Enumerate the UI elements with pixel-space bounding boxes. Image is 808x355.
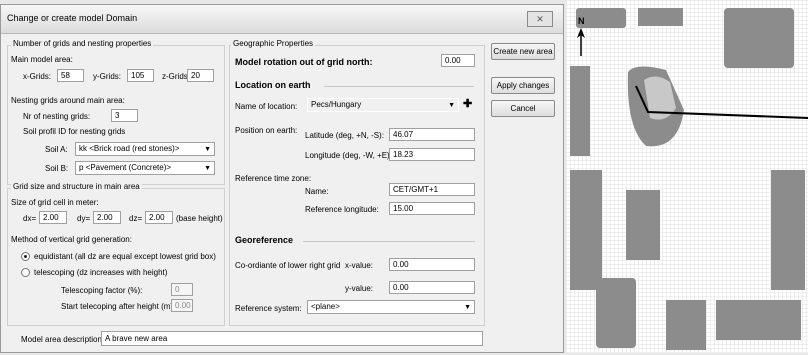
location-name-value: Pecs/Hungary bbox=[311, 100, 362, 109]
dx-label: dx= bbox=[23, 214, 37, 223]
chevron-down-icon: ▼ bbox=[204, 146, 211, 153]
building bbox=[771, 170, 805, 290]
equidistant-label: equidistant (all dz are equal except low… bbox=[34, 252, 216, 261]
building bbox=[638, 8, 683, 26]
nr-nesting-label: Nr of nesting grids: bbox=[23, 112, 91, 121]
apply-changes-button[interactable]: Apply changes bbox=[491, 77, 555, 94]
y-value-label: y-value: bbox=[345, 284, 374, 293]
timezone-label: Reference time zone: bbox=[235, 174, 312, 183]
soil-a-select[interactable]: kk <Brick road (red stones)> ▼ bbox=[75, 142, 215, 156]
dy-label: dy= bbox=[77, 214, 91, 223]
size-label: Size of grid cell in meter: bbox=[11, 198, 99, 207]
latitude-label: Latitude (deg, +N, -S): bbox=[305, 131, 384, 140]
base-height-label: (base height) bbox=[176, 214, 223, 223]
latitude-input[interactable]: 46.07 bbox=[389, 128, 475, 141]
building bbox=[570, 66, 590, 156]
location-divider bbox=[324, 86, 474, 87]
ref-system-select[interactable]: <plane> ▼ bbox=[307, 300, 475, 314]
nesting-label: Nesting grids around main area: bbox=[11, 96, 125, 105]
chevron-down-icon: ▼ bbox=[448, 102, 455, 109]
model-domain-dialog: Change or create model Domain ✕ Number o… bbox=[0, 4, 564, 353]
ref-longitude-input[interactable]: 15.00 bbox=[389, 202, 475, 215]
building bbox=[724, 8, 794, 68]
lower-right-label: Co-ordiante of lower right grid bbox=[235, 261, 341, 270]
start-telescoping-input[interactable]: 0.00 bbox=[171, 299, 193, 312]
tz-name-input[interactable]: CET/GMT+1 bbox=[389, 183, 475, 196]
location-heading: Location on earth bbox=[235, 80, 311, 90]
building bbox=[666, 300, 706, 350]
rotation-label: Model rotation out of grid north: bbox=[235, 57, 373, 67]
nr-nesting-input[interactable]: 3 bbox=[111, 109, 138, 122]
geo-group-title: Geographic Properties bbox=[231, 39, 316, 48]
telescoping-factor-label: Telescoping factor (%): bbox=[61, 286, 143, 295]
x-value-label: x-value: bbox=[345, 261, 374, 270]
dz-label: dz= bbox=[129, 214, 143, 223]
building bbox=[570, 170, 602, 290]
x-value-input[interactable]: 0.00 bbox=[389, 258, 475, 271]
equidistant-radio[interactable] bbox=[21, 252, 30, 261]
soil-b-select[interactable]: p <Pavement (Concrete)> ▼ bbox=[75, 161, 215, 175]
z-grids-label: z-Grids: bbox=[162, 72, 190, 81]
method-label: Method of vertical grid generation: bbox=[11, 235, 132, 244]
soil-profil-label: Soil profil ID for nesting grids bbox=[23, 127, 126, 136]
description-label: Model area description: bbox=[21, 335, 105, 344]
y-value-input[interactable]: 0.00 bbox=[389, 281, 475, 294]
chevron-down-icon: ▼ bbox=[204, 165, 211, 172]
add-location-icon[interactable]: ✚ bbox=[463, 97, 472, 110]
rotation-input[interactable]: 0.00 bbox=[441, 54, 475, 67]
georef-divider bbox=[303, 241, 475, 242]
soil-b-label: Soil B: bbox=[45, 164, 69, 173]
grids-group-title: Number of grids and nesting properties bbox=[11, 39, 154, 48]
dialog-title: Change or create model Domain bbox=[7, 13, 138, 23]
longitude-input[interactable]: 18.23 bbox=[389, 148, 475, 161]
location-select[interactable]: Pecs/Hungary ▼ bbox=[307, 98, 459, 112]
main-area-label: Main model area: bbox=[11, 55, 73, 64]
telescoping-radio[interactable] bbox=[21, 268, 30, 277]
ref-system-value: <plane> bbox=[311, 302, 340, 311]
building bbox=[626, 190, 660, 260]
telescoping-label: telescoping (dz increases with height) bbox=[34, 268, 168, 277]
chevron-down-icon: ▼ bbox=[464, 304, 471, 311]
north-label: N bbox=[578, 16, 585, 26]
position-label: Position on earth: bbox=[235, 126, 298, 135]
georef-heading: Georeference bbox=[235, 235, 294, 245]
cancel-button[interactable]: Cancel bbox=[491, 100, 555, 117]
soil-a-value: kk <Brick road (red stones)> bbox=[79, 144, 180, 153]
dy-input[interactable]: 2.00 bbox=[93, 211, 121, 224]
x-grids-input[interactable]: 58 bbox=[57, 69, 84, 82]
y-grids-label: y-Grids: bbox=[93, 72, 121, 81]
description-input[interactable]: A brave new area bbox=[101, 331, 483, 346]
soil-a-label: Soil A: bbox=[45, 145, 68, 154]
longitude-label: Longitude (deg, -W, +E): bbox=[305, 151, 392, 160]
soil-b-value: p <Pavement (Concrete)> bbox=[79, 163, 172, 172]
tz-name-label: Name: bbox=[305, 187, 329, 196]
x-grids-label: x-Grids: bbox=[23, 72, 51, 81]
ref-longitude-label: Reference longitude: bbox=[305, 205, 379, 214]
title-bar: Change or create model Domain ✕ bbox=[1, 5, 563, 34]
start-telescoping-label: Start telecoping after height (m): bbox=[61, 302, 176, 311]
map-preview[interactable]: N bbox=[566, 0, 808, 353]
building bbox=[716, 300, 801, 340]
z-grids-input[interactable]: 20 bbox=[187, 69, 214, 82]
telescoping-factor-input[interactable]: 0 bbox=[171, 283, 193, 296]
building bbox=[596, 278, 636, 348]
map-canvas: N bbox=[566, 0, 808, 353]
y-grids-input[interactable]: 105 bbox=[127, 69, 154, 82]
ref-system-label: Reference system: bbox=[235, 304, 302, 313]
create-new-area-button[interactable]: Create new area bbox=[491, 43, 555, 60]
gridsize-group-title: Grid size and structure in main area bbox=[11, 182, 142, 191]
location-name-label: Name of location: bbox=[235, 102, 298, 111]
close-button[interactable]: ✕ bbox=[527, 11, 553, 27]
dx-input[interactable]: 2.00 bbox=[39, 211, 67, 224]
dz-input[interactable]: 2.00 bbox=[145, 211, 173, 224]
